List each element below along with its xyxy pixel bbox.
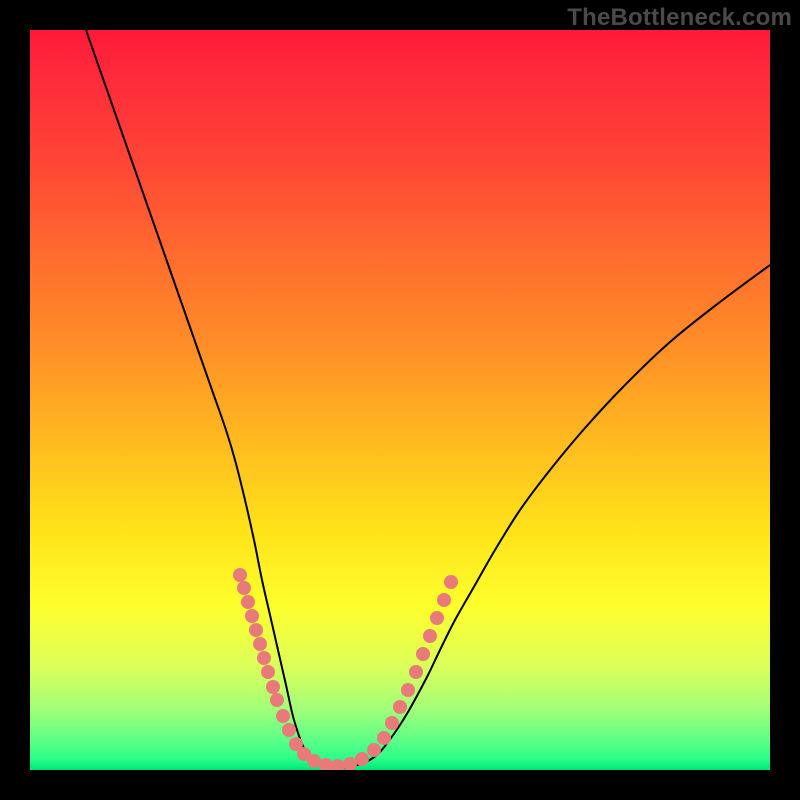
marker-dot (343, 757, 357, 770)
marker-dot (249, 623, 263, 637)
marker-dot (444, 575, 458, 589)
marker-dot (257, 651, 271, 665)
chart-frame: TheBottleneck.com (0, 0, 800, 800)
chart-svg (30, 30, 770, 770)
marker-dot (393, 700, 407, 714)
marker-dot (401, 683, 415, 697)
marker-dot (423, 629, 437, 643)
marker-dot (261, 665, 275, 679)
marker-dot (266, 680, 280, 694)
marker-dot (245, 609, 259, 623)
marker-dot (253, 637, 267, 651)
marker-dot (237, 581, 251, 595)
marker-dot (331, 759, 345, 770)
marker-dot (270, 693, 284, 707)
marker-dot (385, 716, 399, 730)
marker-dot (437, 593, 451, 607)
marker-dot (367, 743, 381, 757)
marker-dot (377, 731, 391, 745)
marker-dot (355, 752, 369, 766)
marker-dot (430, 611, 444, 625)
marker-dot (282, 723, 296, 737)
marker-dot (307, 754, 321, 768)
marker-dot (276, 709, 290, 723)
plot-area (30, 30, 770, 770)
marker-dot (416, 647, 430, 661)
marker-dot (233, 568, 247, 582)
marker-dot (319, 758, 333, 770)
marker-dot (241, 595, 255, 609)
watermark-text: TheBottleneck.com (567, 4, 792, 32)
marker-dot (409, 665, 423, 679)
